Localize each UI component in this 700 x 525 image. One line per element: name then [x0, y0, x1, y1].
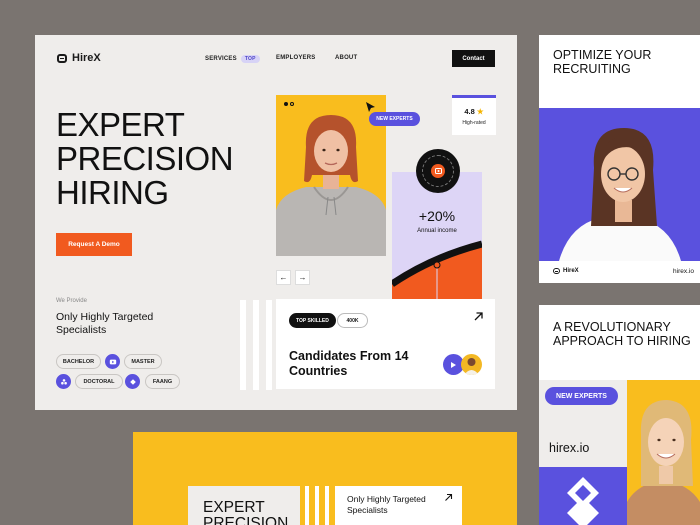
- avatar: [461, 354, 482, 375]
- bottom-yellow-card: EXPERT PRECISION Only Highly Targeted Sp…: [133, 432, 517, 525]
- count-tag[interactable]: 400K: [337, 313, 368, 328]
- rt-url[interactable]: hirex.io: [673, 268, 694, 275]
- hero-line: PRECISION: [56, 140, 234, 177]
- hirex-logo[interactable]: HireX: [57, 52, 101, 64]
- logo-text: HireX: [72, 52, 101, 64]
- rt-logo-text: HireX: [563, 268, 579, 274]
- logo-mark-graphic: [539, 467, 627, 525]
- main-hero-card: HireX SERVICES TOP EMPLOYERS ABOUT Conta…: [35, 35, 517, 410]
- by-left-panel: EXPERT PRECISION: [188, 486, 300, 525]
- nav-employers[interactable]: EMPLOYERS: [276, 55, 315, 61]
- chip-master[interactable]: MASTER: [124, 354, 162, 369]
- request-demo-button[interactable]: Request A Demo: [56, 233, 132, 256]
- hero-line: HIRING: [56, 174, 169, 211]
- nav-about[interactable]: ABOUT: [335, 55, 357, 61]
- nav-services-badge: TOP: [240, 55, 260, 63]
- prev-arrow-icon[interactable]: ←: [276, 270, 291, 285]
- rb-new-experts-badge[interactable]: NEW EXPERTS: [545, 387, 618, 405]
- new-experts-badge[interactable]: NEW EXPERTS: [369, 112, 420, 126]
- optimize-recruiting-card: OPTIMIZE YOUR RECRUITING HireX hirex.io: [539, 35, 700, 283]
- next-arrow-icon[interactable]: →: [295, 270, 310, 285]
- blonde-woman-image: [627, 380, 700, 525]
- smiling-woman-image: [539, 108, 700, 261]
- rt-title: OPTIMIZE YOUR RECRUITING: [553, 48, 652, 76]
- diamond-icon: [125, 374, 140, 389]
- rt-logo[interactable]: HireX: [553, 268, 579, 274]
- rating-card: 4.8 ★ High-rated: [452, 95, 496, 135]
- logo-icon: [57, 53, 67, 63]
- arrow-up-right-icon[interactable]: [473, 311, 484, 322]
- star-icon: ★: [476, 107, 484, 116]
- by-title: EXPERT PRECISION: [203, 499, 289, 525]
- rb-title: A REVOLUTIONARY APPROACH TO HIRING: [553, 320, 691, 348]
- nav-services-label: SERVICES: [205, 56, 237, 62]
- arrow-up-right-icon[interactable]: [444, 493, 453, 502]
- decorative-stripes: [240, 300, 280, 390]
- rating-label: High-rated: [462, 120, 486, 126]
- provide-title: Only Highly Targeted Specialists: [56, 311, 154, 336]
- nav-services[interactable]: SERVICES TOP: [205, 55, 260, 63]
- contact-button[interactable]: Contact: [452, 50, 495, 67]
- we-provide-label: We Provide: [56, 298, 87, 304]
- play-icon: [105, 354, 120, 369]
- hero-title: EXPERT PRECISION HIRING: [56, 108, 296, 210]
- rb-url[interactable]: hirex.io: [549, 441, 589, 455]
- chip-doctoral[interactable]: DOCTORAL: [75, 374, 123, 389]
- candidates-title: Candidates From 14 Countries: [289, 349, 409, 378]
- rating-number: 4.8: [464, 107, 475, 116]
- candidates-card: TOP SKILLED 400K Candidates From 14 Coun…: [276, 299, 495, 389]
- by-subtitle: Only Highly Targeted Specialists: [347, 494, 426, 515]
- hero-line: EXPERT: [56, 106, 185, 143]
- people-icon: [56, 374, 71, 389]
- chip-bachelor[interactable]: BACHELOR: [56, 354, 101, 369]
- top-skilled-tag[interactable]: TOP SKILLED: [289, 313, 336, 328]
- wallet-disc-icon: [416, 149, 460, 193]
- logo-icon: [553, 268, 560, 274]
- revolutionary-approach-card: A REVOLUTIONARY APPROACH TO HIRING NEW E…: [539, 305, 700, 525]
- by-right-panel: Only Highly Targeted Specialists: [335, 486, 462, 525]
- chip-faang[interactable]: FAANG: [145, 374, 180, 389]
- rating-value: 4.8 ★: [464, 107, 483, 116]
